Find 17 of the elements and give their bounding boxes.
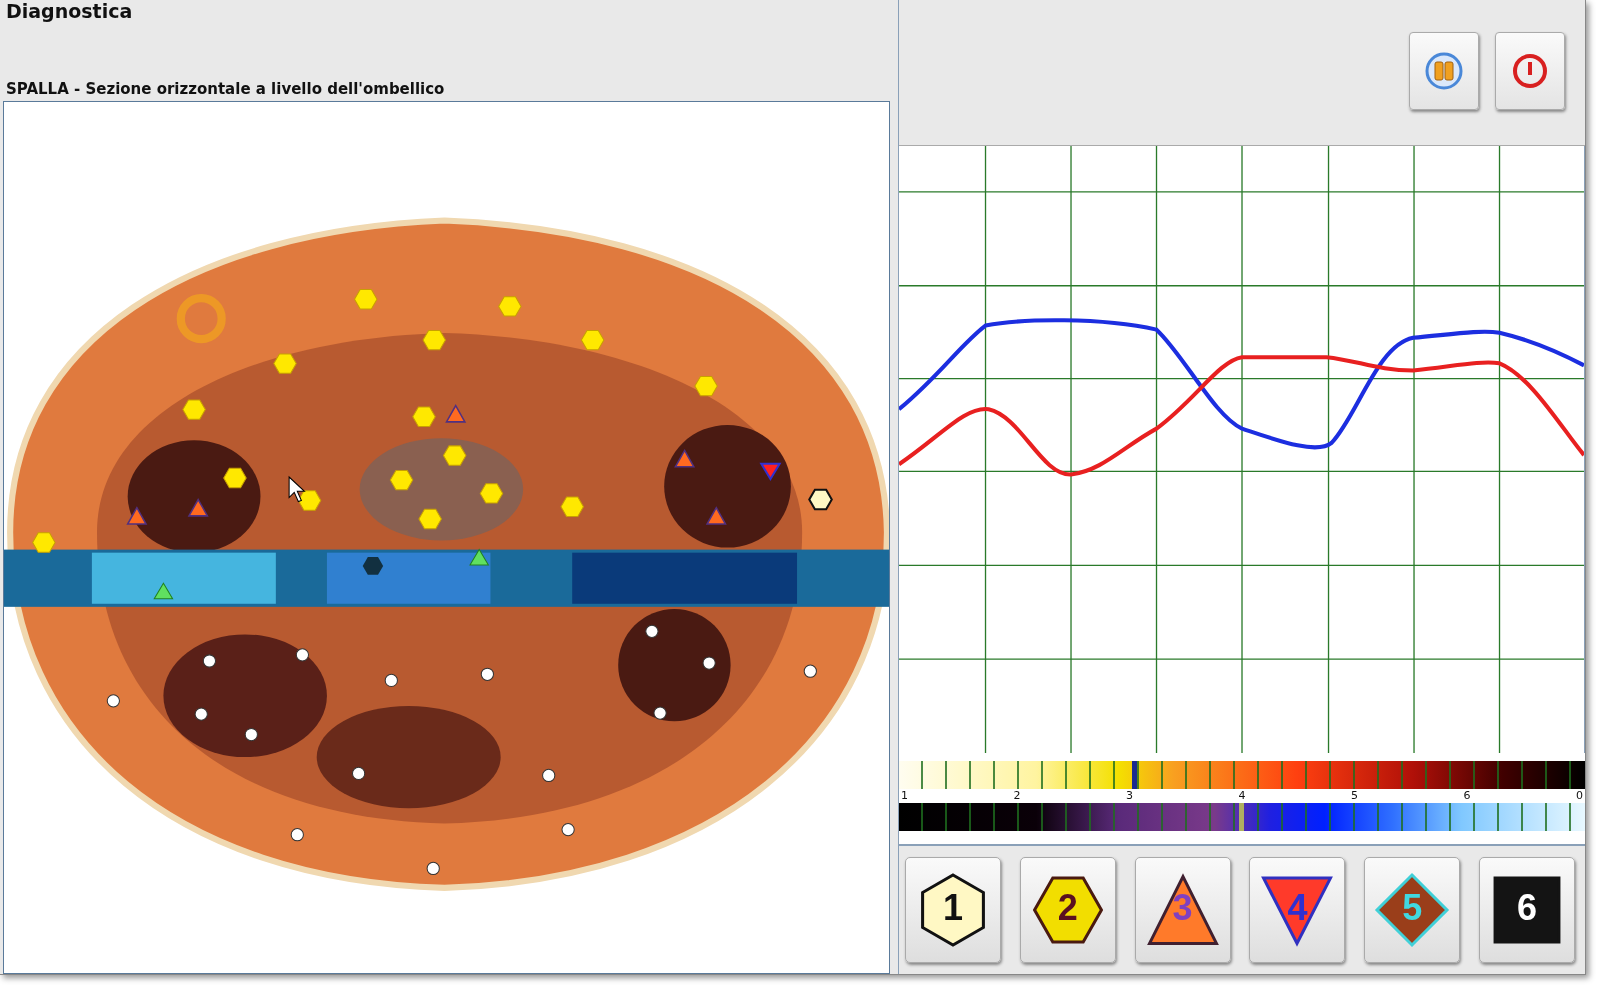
scale-label: 2 xyxy=(1013,789,1021,803)
marker-button[interactable]: 2 xyxy=(1019,857,1116,963)
scale-label: 4 xyxy=(1238,789,1246,803)
pause-icon xyxy=(1423,50,1465,92)
cursor-icon xyxy=(288,476,306,503)
marker-button[interactable]: 6 xyxy=(1479,857,1575,963)
scale-label: 0 xyxy=(1576,789,1583,803)
marker-button[interactable]: 1 xyxy=(905,857,1001,963)
section-title: SPALLA - Sezione orizzontale a livello dell'ombellico xyxy=(6,80,446,99)
marker-button[interactable]: 5 xyxy=(1364,857,1461,963)
window-title: Diagnostica xyxy=(6,0,134,22)
pause-button[interactable] xyxy=(1409,32,1479,110)
scale-label: 1 xyxy=(901,789,908,803)
scale-label: 5 xyxy=(1351,789,1358,803)
scale-label: 3 xyxy=(1126,789,1133,803)
scale-label: 6 xyxy=(1463,789,1471,803)
power-button[interactable] xyxy=(1495,32,1565,110)
